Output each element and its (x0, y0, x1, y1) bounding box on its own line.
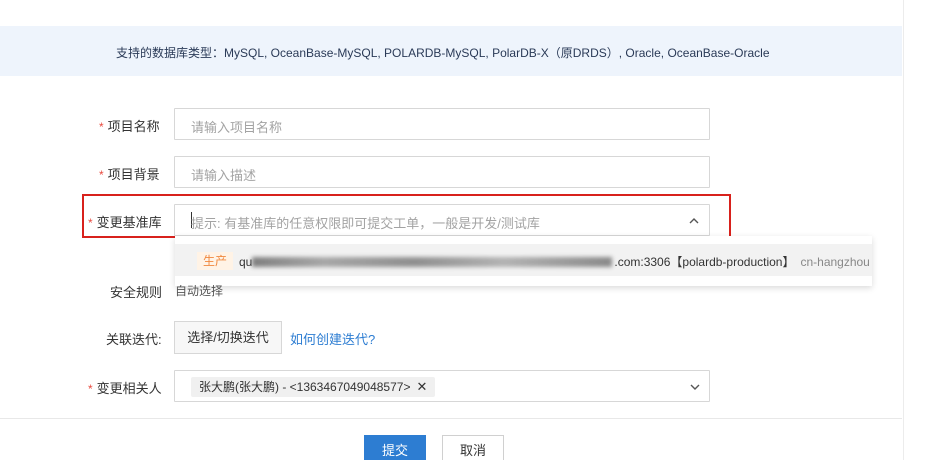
related-people-select[interactable]: 张大鹏(张大鹏) - <1363467049048577> ✕ (174, 370, 710, 402)
footer-divider (0, 418, 902, 419)
iteration-label: 关联迭代: (106, 332, 162, 347)
required-mark: * (99, 168, 104, 182)
redacted-host (252, 257, 613, 267)
project-name-input[interactable]: 请输入项目名称 (174, 108, 710, 140)
region-text: cn-hangzhou (800, 255, 870, 269)
base-db-dropdown: 生产 qu .com:3306【polardb-production】 cn-han… (175, 236, 872, 286)
create-iteration-help-link[interactable]: 如何创建迭代? (290, 329, 375, 348)
security-rule-label: 安全规则 (110, 285, 163, 300)
project-background-input[interactable]: 请输入描述 (174, 156, 710, 188)
db-connection-text: qu .com:3306【polardb-production】 cn-hangzh… (239, 255, 870, 269)
project-name-placeholder: 请输入项目名称 (191, 120, 283, 135)
selected-person-chip: 张大鹏(张大鹏) - <1363467049048577> ✕ (191, 377, 436, 397)
remove-person-icon[interactable]: ✕ (416, 377, 427, 397)
project-background-placeholder: 请输入描述 (191, 168, 257, 183)
chevron-down-icon[interactable] (690, 382, 700, 392)
create-project-form-page: 支持的数据库类型：MySQL, OceanBase-MySQL, POLARDB… (0, 0, 943, 460)
project-name-label: * 项目名称 (99, 119, 160, 134)
required-mark: * (88, 382, 93, 396)
select-iteration-button[interactable]: 选择/切换迭代 (174, 321, 282, 354)
related-people-label: * 变更相关人 (88, 381, 162, 396)
submit-button[interactable]: 提交 (364, 435, 426, 460)
required-mark: * (99, 120, 104, 134)
base-db-label: * 变更基准库 (88, 215, 162, 230)
base-db-placeholder: 提示: 有基准库的任意权限即可提交工单，一般是开发/测试库 (191, 216, 540, 231)
panel-edge (903, 0, 904, 460)
supported-db-text: 支持的数据库类型：MySQL, OceanBase-MySQL, POLARDB… (116, 46, 770, 60)
cancel-button[interactable]: 取消 (442, 435, 504, 460)
base-db-option[interactable]: 生产 qu .com:3306【polardb-production】 cn-han… (175, 244, 872, 276)
base-db-select[interactable]: 提示: 有基准库的任意权限即可提交工单，一般是开发/测试库 (174, 204, 710, 236)
required-mark: * (88, 216, 93, 230)
project-background-label: * 项目背景 (99, 167, 160, 182)
supported-db-info-bar: 支持的数据库类型：MySQL, OceanBase-MySQL, POLARDB… (0, 26, 902, 76)
production-tag: 生产 (197, 252, 234, 270)
chevron-up-icon[interactable] (689, 216, 699, 226)
